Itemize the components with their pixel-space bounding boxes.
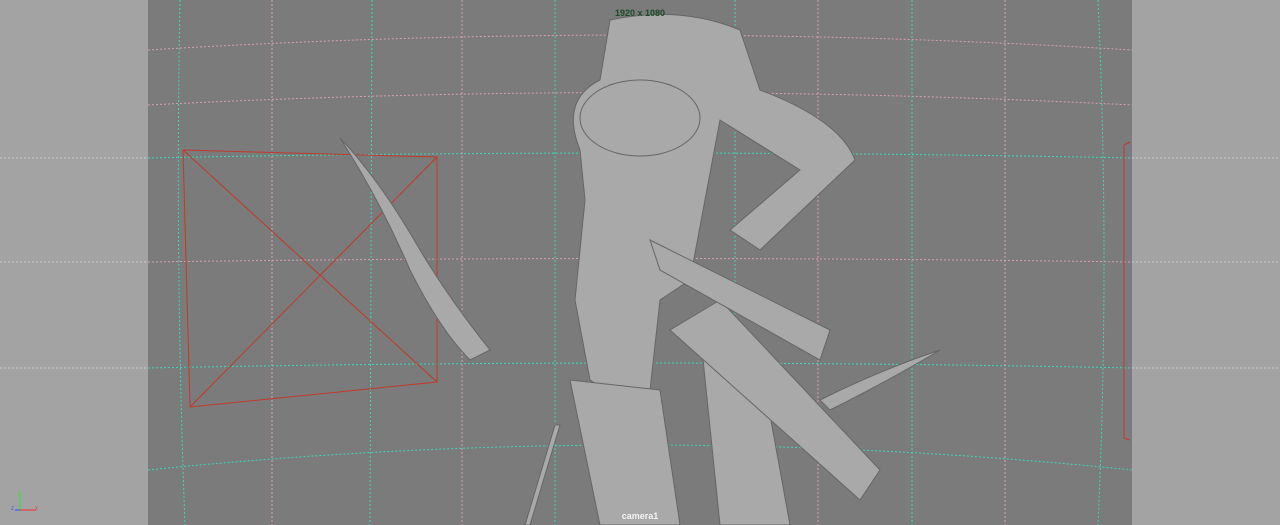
axis-y-label: y (18, 490, 21, 496)
character-model (339, 13, 941, 525)
camera-name-label: camera1 (621, 511, 659, 521)
axis-orientation-icon: y x z (11, 490, 38, 512)
resolution-gate-label: 1920 x 1080 (614, 8, 666, 18)
axis-z-label: z (11, 506, 14, 512)
scene-render (0, 0, 1280, 525)
axis-x-label: x (35, 506, 38, 512)
